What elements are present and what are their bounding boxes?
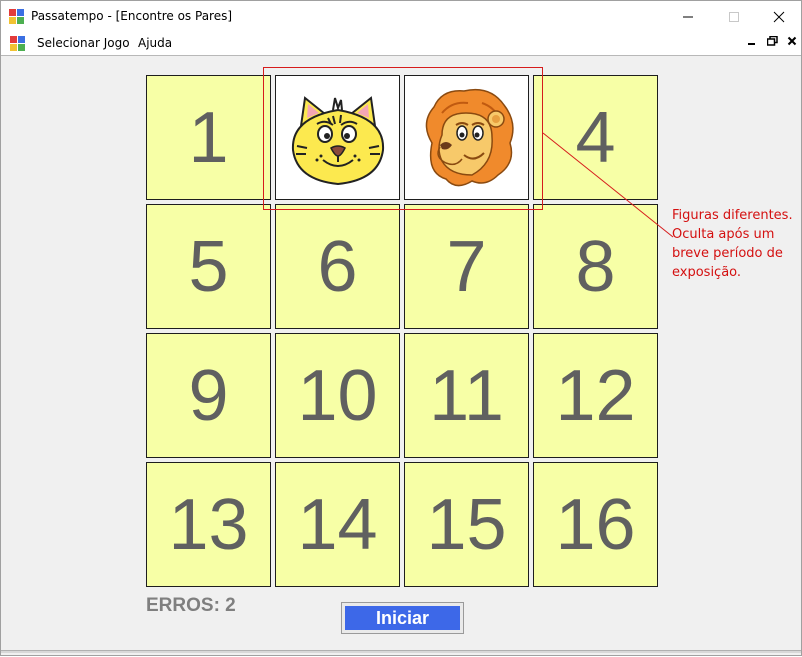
game-area xyxy=(1,57,801,651)
tile-16[interactable]: 16 xyxy=(533,462,658,587)
tile-number: 10 xyxy=(297,355,378,436)
tile-14[interactable]: 14 xyxy=(275,462,400,587)
close-icon xyxy=(773,11,785,22)
tile-15[interactable]: 15 xyxy=(404,462,529,587)
annotation-line: Oculta após um xyxy=(672,227,775,242)
tile-3[interactable] xyxy=(404,75,529,200)
tile-number: 8 xyxy=(575,226,616,307)
start-button[interactable]: Iniciar xyxy=(341,602,464,634)
maximize-button[interactable] xyxy=(711,1,757,32)
tile-13[interactable]: 13 xyxy=(146,462,271,587)
tile-10[interactable]: 10 xyxy=(275,333,400,458)
restore-icon xyxy=(766,35,778,46)
tile-number: 12 xyxy=(555,355,636,436)
minimize-button[interactable] xyxy=(665,1,711,32)
tile-number: 11 xyxy=(429,355,504,436)
tile-number: 16 xyxy=(555,484,636,565)
close-icon xyxy=(787,36,797,46)
tile-number: 1 xyxy=(188,97,229,178)
menu-selecionar-jogo[interactable]: Selecionar Jogo xyxy=(37,36,130,50)
window-bottom-edge xyxy=(1,650,801,653)
annotation-text: Figuras diferentes. Oculta após um breve… xyxy=(672,206,800,282)
tile-2[interactable] xyxy=(275,75,400,200)
tile-8[interactable]: 8 xyxy=(533,204,658,329)
tile-number: 4 xyxy=(575,97,616,178)
lion-face-icon xyxy=(425,88,514,186)
tile-number: 6 xyxy=(317,226,358,307)
minimize-icon xyxy=(748,43,755,45)
window-title: Passatempo - [Encontre os Pares] xyxy=(31,9,233,23)
tile-number: 14 xyxy=(297,484,378,565)
close-button[interactable] xyxy=(756,1,802,32)
error-counter: ERROS: 2 xyxy=(146,595,236,616)
mdi-close-button[interactable] xyxy=(784,35,800,49)
annotation-line: Figuras diferentes. xyxy=(672,208,793,223)
tile-number: 15 xyxy=(426,484,507,565)
tile-number: 5 xyxy=(188,226,229,307)
tile-number: 9 xyxy=(188,355,229,436)
tile-1[interactable]: 1 xyxy=(146,75,271,200)
start-button-label: Iniciar xyxy=(345,606,460,630)
title-bar[interactable]: Passatempo - [Encontre os Pares] xyxy=(1,1,801,32)
minimize-icon xyxy=(683,16,693,17)
mdi-app-icon[interactable] xyxy=(10,36,26,52)
tile-12[interactable]: 12 xyxy=(533,333,658,458)
menu-bar: Selecionar Jogo Ajuda xyxy=(1,32,801,56)
annotation-line: exposição. xyxy=(672,265,742,280)
tile-4[interactable]: 4 xyxy=(533,75,658,200)
tile-9[interactable]: 9 xyxy=(146,333,271,458)
menu-ajuda[interactable]: Ajuda xyxy=(138,36,172,50)
tile-7[interactable]: 7 xyxy=(404,204,529,329)
tile-number: 13 xyxy=(168,484,249,565)
cat-face-icon xyxy=(291,95,384,185)
tile-5[interactable]: 5 xyxy=(146,204,271,329)
tile-11[interactable]: 11 xyxy=(404,333,529,458)
mdi-restore-button[interactable] xyxy=(764,35,780,49)
tile-6[interactable]: 6 xyxy=(275,204,400,329)
app-icon xyxy=(9,9,25,25)
app-window: Passatempo - [Encontre os Pares] Selecio… xyxy=(0,0,802,656)
maximize-icon xyxy=(729,11,739,22)
tile-number: 7 xyxy=(446,226,487,307)
mdi-minimize-button[interactable] xyxy=(744,35,760,49)
annotation-line: breve período de xyxy=(672,246,783,261)
